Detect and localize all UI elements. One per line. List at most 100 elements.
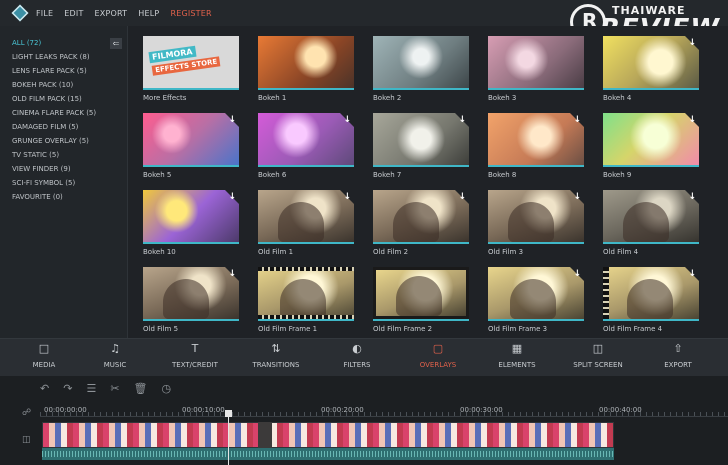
effect-thumb-bokeh-4[interactable]: ↓ <box>603 36 699 93</box>
category-favourite[interactable]: FAVOURITE (0) <box>12 193 63 201</box>
menu-help[interactable]: HELP <box>138 9 159 18</box>
effect-thumb-bokeh-8[interactable]: ↓ <box>488 113 584 170</box>
category-grunge-overlay[interactable]: GRUNGE OVERLAY (5) <box>12 137 89 145</box>
tool-music[interactable]: ♫ MUSIC <box>95 343 135 375</box>
effect-thumb-bokeh-9[interactable]: ↓ <box>603 113 699 170</box>
tool-filters-label: FILTERS <box>343 361 371 369</box>
effect-label: Bokeh 2 <box>373 94 402 102</box>
menu-file[interactable]: FILE <box>36 9 53 18</box>
category-damaged-film[interactable]: DAMAGED FILM (5) <box>12 123 78 131</box>
category-bokeh[interactable]: BOKEH PACK (10) <box>12 81 73 89</box>
download-icon[interactable]: ↓ <box>688 115 696 125</box>
effect-thumb-old-film-frame-2[interactable] <box>373 267 469 324</box>
thumb-bar <box>143 88 239 90</box>
delete-icon[interactable]: 🗑 <box>134 382 148 395</box>
effect-label: Old Film Frame 2 <box>373 325 433 333</box>
category-light-leaks[interactable]: LIGHT LEAKS PACK (8) <box>12 53 90 61</box>
effect-thumb-old-film-3[interactable]: ↓ <box>488 190 584 247</box>
playhead-line[interactable] <box>228 412 229 465</box>
download-icon[interactable]: ↓ <box>688 38 696 48</box>
category-old-film[interactable]: OLD FILM PACK (15) <box>12 95 82 103</box>
effect-thumb-old-film-2[interactable]: ↓ <box>373 190 469 247</box>
thumb-bar <box>488 319 584 321</box>
tool-transitions-label: TRANSITIONS <box>252 361 300 369</box>
tool-split-screen[interactable]: ◫ SPLIT SCREEN <box>566 343 630 375</box>
download-icon[interactable]: ↓ <box>573 269 581 279</box>
menu-register[interactable]: REGISTER <box>170 9 211 18</box>
app-logo-icon <box>11 4 29 22</box>
effect-thumb-old-film-frame-4[interactable]: ↓ <box>603 267 699 324</box>
tool-export[interactable]: ⇧ EXPORT <box>656 343 700 375</box>
download-icon[interactable]: ↓ <box>343 115 351 125</box>
tool-overlays[interactable]: ▢ OVERLAYS <box>410 343 466 375</box>
effect-thumb-bokeh-7[interactable]: ↓ <box>373 113 469 170</box>
effect-thumb-bokeh-1[interactable] <box>258 36 354 93</box>
category-all[interactable]: ALL (72) <box>12 39 41 47</box>
tool-media[interactable]: □ MEDIA <box>24 343 64 375</box>
download-icon[interactable]: ↓ <box>688 192 696 202</box>
effect-preview-image <box>373 267 469 319</box>
category-sci-fi-symbol[interactable]: SCI-FI SYMBOL (5) <box>12 179 75 187</box>
adjust-icon[interactable]: ☰ <box>86 382 96 395</box>
download-icon[interactable]: ↓ <box>458 192 466 202</box>
download-icon[interactable]: ↓ <box>573 192 581 202</box>
video-track-clip[interactable] <box>42 422 614 448</box>
menu-edit[interactable]: EDIT <box>64 9 83 18</box>
thumb-bar <box>488 88 584 90</box>
thumb-figure <box>627 279 673 319</box>
effect-label: Old Film 2 <box>373 248 409 256</box>
collapse-panel-button[interactable]: ⇐ <box>110 38 122 49</box>
download-icon[interactable]: ↓ <box>228 115 236 125</box>
effect-label: Bokeh 4 <box>603 94 632 102</box>
undo-icon[interactable]: ↶ <box>40 382 49 395</box>
effect-thumb-old-film-frame-1[interactable] <box>258 267 354 324</box>
download-icon[interactable]: ↓ <box>343 192 351 202</box>
download-icon[interactable]: ↓ <box>573 115 581 125</box>
category-lens-flare[interactable]: LENS FLARE PACK (5) <box>12 67 87 75</box>
effect-label: Bokeh 3 <box>488 94 517 102</box>
download-icon[interactable]: ↓ <box>228 192 236 202</box>
effect-thumb-bokeh-10[interactable]: ↓ <box>143 190 239 247</box>
effect-thumb-bokeh-3[interactable] <box>488 36 584 93</box>
tool-text-label: TEXT/CREDIT <box>172 361 218 369</box>
audio-track-clip[interactable] <box>42 448 614 460</box>
link-icon[interactable]: ☍ <box>22 408 31 418</box>
category-view-finder[interactable]: VIEW FINDER (9) <box>12 165 71 173</box>
folder-icon: □ <box>38 342 50 355</box>
thumb-figure <box>396 276 442 316</box>
export-icon: ⇧ <box>673 342 683 355</box>
category-cinema-flare[interactable]: CINEMA FLARE PACK (5) <box>12 109 96 117</box>
image-icon: ▦ <box>511 342 523 355</box>
effect-label: Old Film Frame 1 <box>258 325 318 333</box>
cut-icon[interactable]: ✂ <box>110 382 119 395</box>
effect-thumb-old-film-5[interactable]: ↓ <box>143 267 239 324</box>
download-icon[interactable]: ↓ <box>688 269 696 279</box>
tool-filters[interactable]: ◐ FILTERS <box>334 343 380 375</box>
effect-thumb-old-film-frame-3[interactable]: ↓ <box>488 267 584 324</box>
effect-thumb-bokeh-6[interactable]: ↓ <box>258 113 354 170</box>
menu-export[interactable]: EXPORT <box>95 9 128 18</box>
thumb-figure <box>623 202 669 242</box>
overlays-icon: ▢ <box>432 342 444 355</box>
effect-thumb-bokeh-2[interactable] <box>373 36 469 93</box>
tool-transitions[interactable]: ⇅ TRANSITIONS <box>246 343 306 375</box>
timeline-ruler[interactable]: 00:00:00:00 00:00:10:00 00:00:20:00 00:0… <box>40 403 728 417</box>
effect-thumb-more-effects[interactable]: FILMORA EFFECTS STORE <box>143 36 239 93</box>
effect-thumb-old-film-1[interactable]: ↓ <box>258 190 354 247</box>
effect-label: Bokeh 8 <box>488 171 517 179</box>
thumb-figure <box>163 279 209 319</box>
tool-text-credit[interactable]: T TEXT/CREDIT <box>165 343 225 375</box>
filters-icon: ◐ <box>352 342 362 355</box>
filmstrip-left <box>603 267 609 319</box>
redo-icon[interactable]: ↷ <box>63 382 72 395</box>
download-icon[interactable]: ↓ <box>458 115 466 125</box>
category-tv-static[interactable]: TV STATIC (5) <box>12 151 59 159</box>
thumb-bar <box>603 319 699 321</box>
duration-icon[interactable]: ◷ <box>162 382 172 395</box>
clip-transition[interactable] <box>258 422 272 448</box>
effect-thumb-old-film-4[interactable]: ↓ <box>603 190 699 247</box>
download-icon[interactable]: ↓ <box>228 269 236 279</box>
tool-elements[interactable]: ▦ ELEMENTS <box>492 343 542 375</box>
tool-media-label: MEDIA <box>32 361 56 369</box>
effect-thumb-bokeh-5[interactable]: ↓ <box>143 113 239 170</box>
